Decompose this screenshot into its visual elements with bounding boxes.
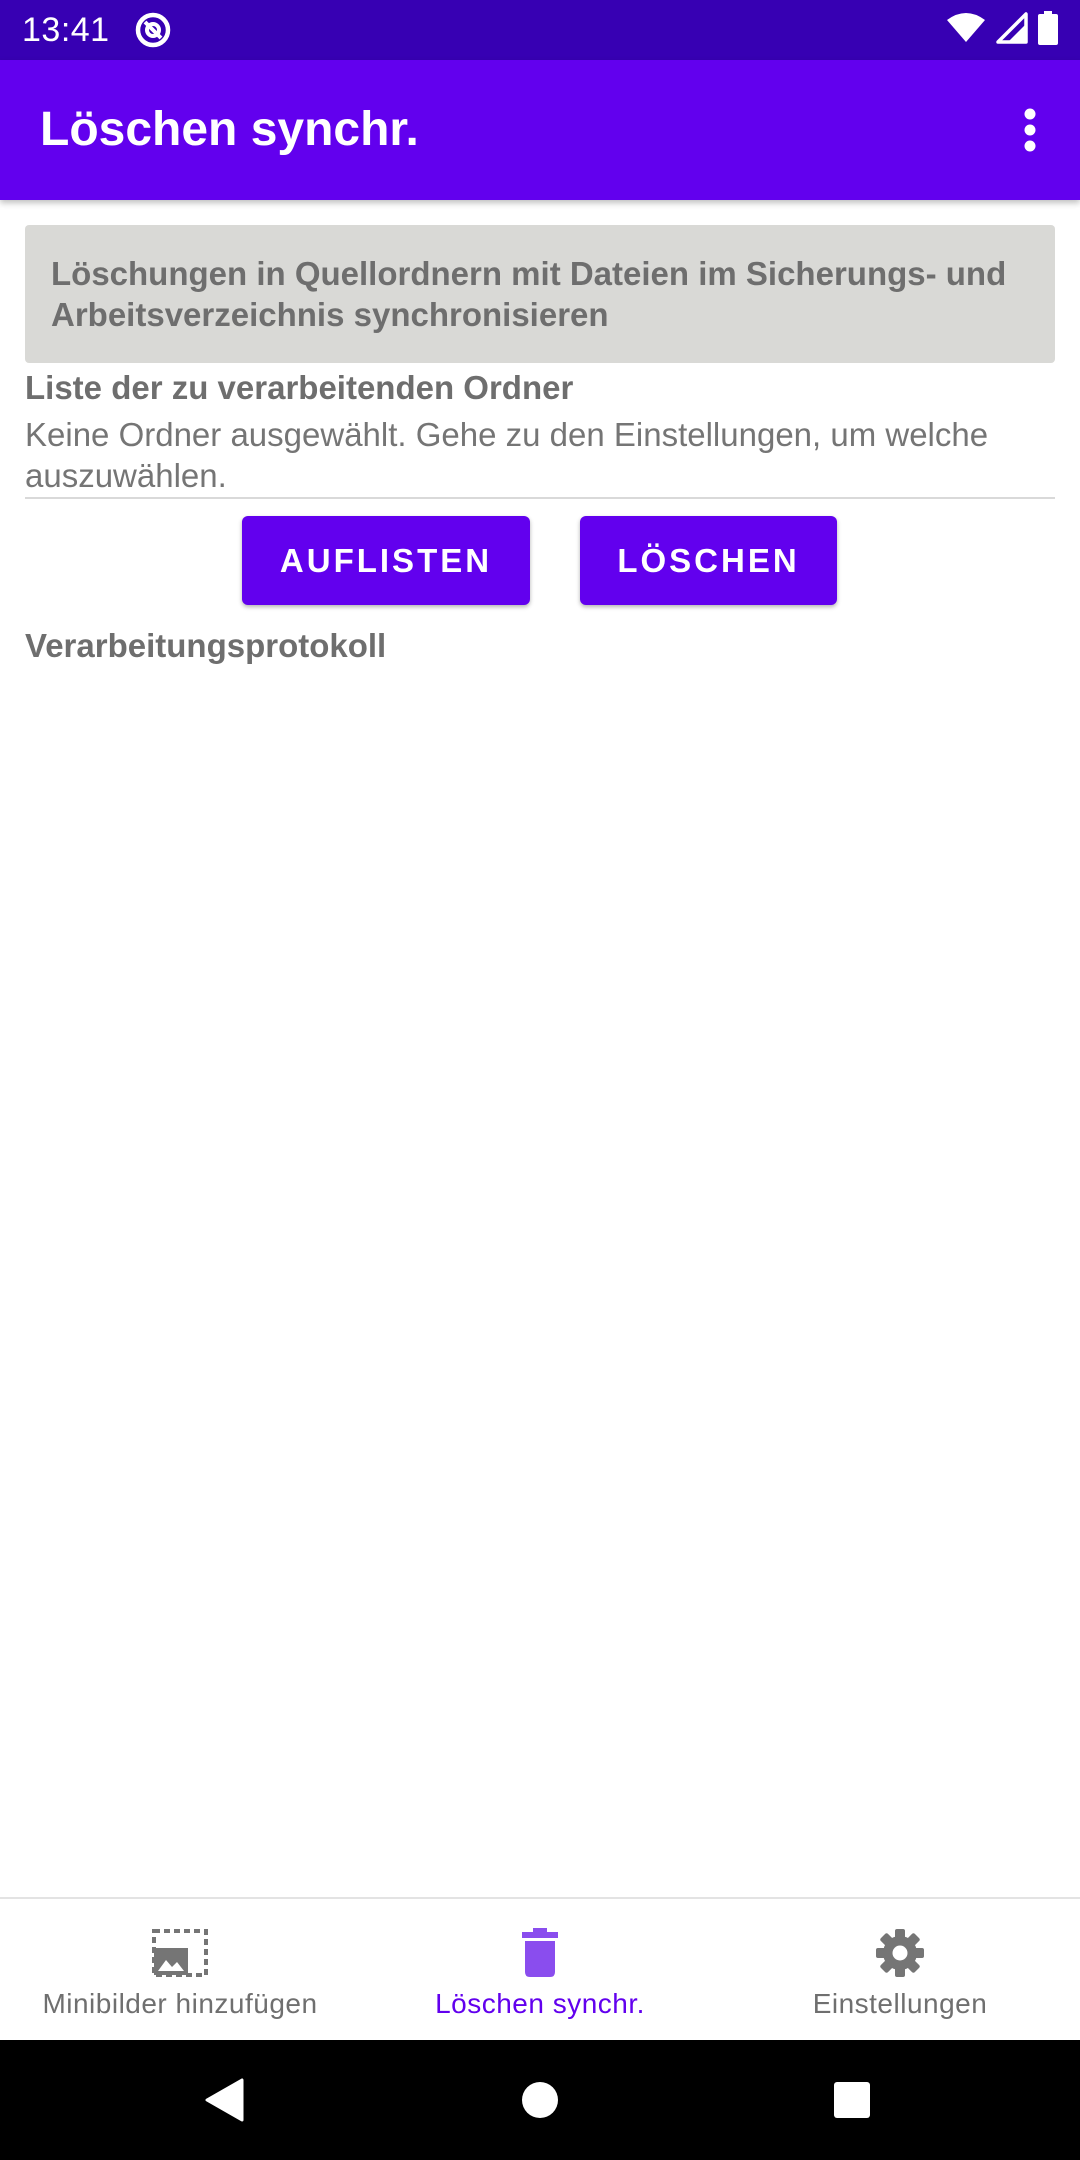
nav-item-add-thumbnails[interactable]: Minibilder hinzufügen xyxy=(0,1899,360,2040)
screen: 13:41 Löschen synchr. Löschungen in Quel… xyxy=(0,0,1080,2160)
folder-list-title: Liste der zu verarbeitenden Ordner xyxy=(25,369,574,406)
status-time: 13:41 xyxy=(22,11,110,49)
nav-label-sync-delete: Löschen synchr. xyxy=(435,1988,645,2019)
at-sign-icon xyxy=(134,11,172,49)
nav-item-sync-delete[interactable]: Löschen synchr. xyxy=(360,1899,720,2040)
nav-label-add-thumbnails: Minibilder hinzufügen xyxy=(42,1988,318,2019)
info-box: Löschungen in Quellordnern mit Dateien i… xyxy=(25,225,1055,363)
more-vert-icon[interactable] xyxy=(998,90,1062,170)
info-text: Löschungen in Quellordnern mit Dateien i… xyxy=(51,255,1007,333)
home-icon[interactable] xyxy=(520,2080,560,2125)
battery-icon xyxy=(1038,10,1058,50)
nav-item-settings[interactable]: Einstellungen xyxy=(720,1899,1080,2040)
recents-icon[interactable] xyxy=(833,2081,871,2124)
back-icon[interactable] xyxy=(204,2078,244,2127)
add-thumbnail-icon xyxy=(150,1923,210,1983)
trash-icon xyxy=(510,1923,570,1983)
app-bar: Löschen synchr. xyxy=(0,60,1080,200)
gear-icon xyxy=(870,1923,930,1983)
page-title: Löschen synchr. xyxy=(40,103,419,156)
wifi-icon xyxy=(946,12,986,49)
bottom-navigation: Minibilder hinzufügen Löschen synchr. Ei… xyxy=(0,1897,1080,2040)
status-icons xyxy=(946,10,1058,50)
divider xyxy=(25,497,1055,499)
nav-label-settings: Einstellungen xyxy=(812,1988,988,2019)
system-navigation-bar xyxy=(0,2040,1080,2160)
list-button[interactable]: AUFLISTEN xyxy=(242,516,530,605)
cell-signal-icon xyxy=(996,11,1028,49)
delete-button[interactable]: LÖSCHEN xyxy=(580,516,837,605)
processing-log-title: Verarbeitungsprotokoll xyxy=(25,627,387,664)
status-bar: 13:41 xyxy=(0,0,1080,60)
folder-list-text: Keine Ordner ausgewählt. Gehe zu den Ein… xyxy=(25,416,989,494)
